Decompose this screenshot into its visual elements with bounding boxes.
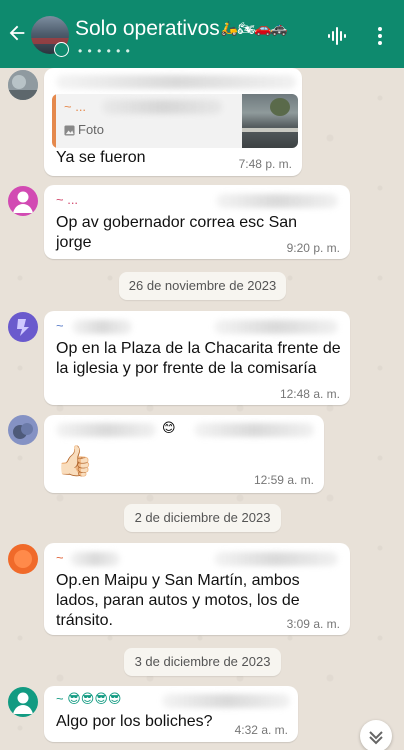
- message-bubble[interactable]: ~ ... Foto Ya se fueron 7:48 p. m.: [44, 68, 302, 176]
- back-arrow-icon[interactable]: [6, 22, 28, 44]
- thumb-detail: [270, 98, 290, 116]
- sender-avatar[interactable]: [8, 687, 38, 717]
- message-time: 12:48 a. m.: [279, 387, 340, 401]
- message-time: 7:48 p. m.: [238, 157, 292, 171]
- message-bubble[interactable]: ~ ... Op av gobernador correa esc San jo…: [44, 185, 350, 259]
- quote-type: Foto: [64, 122, 104, 139]
- chat-area[interactable]: ~ ... Foto Ya se fueron 7:48 p. m. ~ ...…: [0, 68, 404, 750]
- sender-avatar[interactable]: [8, 312, 38, 342]
- redacted-phone: [216, 194, 338, 208]
- message-time: 12:59 a. m.: [253, 473, 314, 487]
- sender-avatar[interactable]: [8, 186, 38, 216]
- date-separator: 2 de diciembre de 2023: [124, 504, 281, 532]
- voice-call-icon[interactable]: [327, 26, 347, 46]
- chevron-down-icon: [369, 731, 383, 745]
- message-text: Ya se fueron: [56, 149, 146, 166]
- sender-name[interactable]: ~: [56, 318, 64, 333]
- sender-emoji: 😊: [162, 420, 176, 435]
- date-separator: 26 de noviembre de 2023: [119, 272, 286, 300]
- sender-avatar[interactable]: [8, 544, 38, 574]
- sender-avatar[interactable]: [8, 415, 38, 445]
- message-bubble[interactable]: ~ 😎😎😎😎 Algo por los boliches? 4:32 a. m.: [44, 686, 298, 742]
- date-separator: 3 de diciembre de 2023: [124, 648, 281, 676]
- thumb-detail: [242, 128, 298, 132]
- redacted-phone: [162, 694, 290, 708]
- scroll-to-bottom-button[interactable]: [360, 720, 392, 750]
- message-text: 👍🏻: [56, 445, 94, 478]
- message-bubble[interactable]: ~ Op.en Maipu y San Martín, ambos lados,…: [44, 543, 350, 635]
- message-time: 3:09 a. m.: [286, 617, 340, 631]
- quote-type-label: Foto: [78, 122, 105, 137]
- redacted-sender: [56, 75, 296, 89]
- message-bubble[interactable]: 😊 👍🏻 12:59 a. m.: [44, 415, 324, 493]
- redacted-phone: [102, 100, 222, 114]
- quote-accent-bar: [52, 94, 56, 148]
- sender-emoji: 😎😎😎😎: [67, 691, 122, 706]
- message-time: 9:20 p. m.: [286, 241, 340, 255]
- group-subtitle: • • • • • •: [78, 44, 131, 58]
- photo-icon: [64, 124, 75, 139]
- quoted-message[interactable]: ~ ... Foto: [52, 94, 298, 148]
- group-title-emoji: 🛵🏍🚗🚓: [220, 20, 288, 36]
- sender-name[interactable]: ~ 😎😎😎😎: [56, 691, 121, 707]
- chat-header: Solo operativos🛵🏍🚗🚓 • • • • • •: [0, 0, 404, 68]
- redacted-sender: [72, 320, 132, 334]
- message-bubble[interactable]: ~ Op en la Plaza de la Chacarita frente …: [44, 311, 350, 405]
- community-badge-icon: [54, 42, 69, 57]
- sender-avatar[interactable]: [8, 70, 38, 100]
- quote-sender: ~ ...: [64, 99, 87, 114]
- redacted-phone: [214, 320, 338, 334]
- group-title-text: Solo operativos: [75, 17, 220, 40]
- message-text: Algo por los boliches?: [56, 713, 213, 730]
- redacted-sender: [70, 552, 120, 566]
- redacted-phone: [194, 423, 314, 437]
- sender-name[interactable]: ~: [56, 550, 64, 565]
- message-text: Op en la Plaza de la Chacarita frente de…: [56, 340, 341, 377]
- more-options-icon[interactable]: [372, 26, 388, 46]
- quote-photo-thumbnail[interactable]: [242, 94, 298, 148]
- group-title[interactable]: Solo operativos🛵🏍🚗🚓: [75, 17, 288, 41]
- redacted-sender: [56, 423, 156, 437]
- redacted-phone: [214, 552, 338, 566]
- sender-name[interactable]: ~ ...: [56, 192, 78, 207]
- message-time: 4:32 a. m.: [234, 723, 288, 737]
- sender-prefix: ~: [56, 691, 64, 706]
